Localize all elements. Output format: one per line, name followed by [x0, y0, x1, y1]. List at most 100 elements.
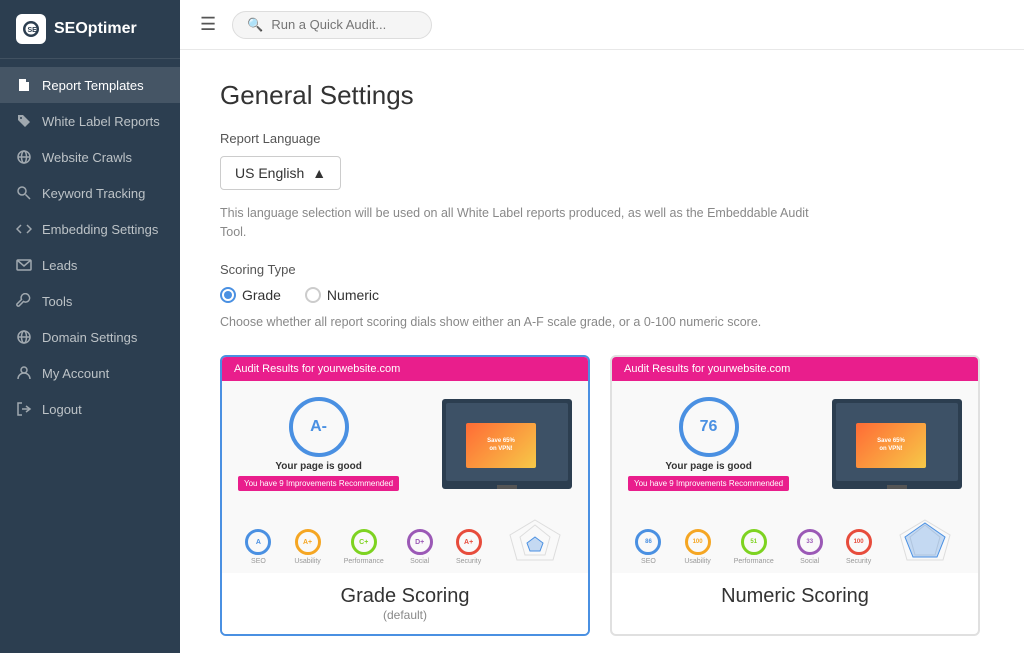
grade-sub-scores: A SEO A+ Usability C+ Performance D+ Soc…: [222, 507, 588, 573]
sidebar-label-domain-settings: Domain Settings: [42, 330, 137, 345]
numeric-preview-card[interactable]: Audit Results for yourwebsite.com 76 You…: [610, 355, 980, 636]
sidebar-item-report-templates[interactable]: Report Templates: [0, 67, 180, 103]
sidebar-item-domain-settings[interactable]: Domain Settings: [0, 319, 180, 355]
numeric-card-body: 76 Your page is good You have 9 Improvem…: [612, 381, 978, 507]
sidebar-item-tools[interactable]: Tools: [0, 283, 180, 319]
language-dropdown[interactable]: US English ▲: [220, 156, 341, 190]
numeric-performance-circle: 51: [741, 529, 767, 555]
grade-social-label: Social: [410, 558, 429, 565]
grade-usability-circle: A+: [295, 529, 321, 555]
preview-row: Audit Results for yourwebsite.com A- You…: [220, 355, 984, 636]
sidebar-label-keyword-tracking: Keyword Tracking: [42, 186, 145, 201]
numeric-big-circle: 76: [679, 397, 739, 457]
svg-text:SE: SE: [28, 27, 38, 34]
grade-radio-label: Grade: [242, 287, 281, 303]
grade-card-body: A- Your page is good You have 9 Improvem…: [222, 381, 588, 507]
grade-performance-score: C+ Performance: [344, 529, 384, 565]
sidebar-item-website-crawls[interactable]: Website Crawls: [0, 139, 180, 175]
grade-radio-option[interactable]: Grade: [220, 287, 281, 303]
sidebar-label-white-label: White Label Reports: [42, 114, 160, 129]
grade-seo-label: SEO: [251, 558, 266, 565]
sidebar-label-my-account: My Account: [42, 366, 109, 381]
grade-caption-sub: (default): [234, 608, 576, 622]
numeric-security-label: Security: [846, 558, 871, 565]
numeric-mock-stand: [887, 485, 907, 489]
numeric-radar-chart: [895, 515, 955, 565]
numeric-caption-title: Numeric Scoring: [624, 585, 966, 608]
grade-score-section: A- Your page is good You have 9 Improvem…: [238, 397, 399, 491]
wrench-icon: [16, 293, 32, 309]
numeric-social-score: 33 Social: [797, 529, 823, 565]
grade-security-circle: A+: [456, 529, 482, 555]
tag-icon: [16, 113, 32, 129]
chevron-up-icon: ▲: [312, 165, 326, 181]
grade-mock-stand: [497, 485, 517, 489]
grade-usability-label: Usability: [294, 558, 320, 565]
numeric-mock-ad: Save 65%on VPN!: [856, 423, 926, 468]
search-input[interactable]: [271, 17, 411, 32]
sidebar-nav: Report Templates White Label Reports Web…: [0, 59, 180, 653]
search-bar[interactable]: 🔍: [232, 11, 432, 39]
numeric-card-header: Audit Results for yourwebsite.com: [612, 357, 978, 381]
grade-seo-score: A SEO: [245, 529, 271, 565]
numeric-performance-label: Performance: [734, 558, 774, 565]
sidebar-item-leads[interactable]: Leads: [0, 247, 180, 283]
numeric-seo-label: SEO: [641, 558, 656, 565]
logo-text: SEOptimer: [54, 20, 137, 38]
user-icon: [16, 365, 32, 381]
scoring-radio-group: Grade Numeric: [220, 287, 984, 303]
numeric-usability-circle: 100: [685, 529, 711, 555]
grade-card-caption: Grade Scoring (default): [222, 573, 588, 634]
page-title: General Settings: [220, 80, 984, 111]
numeric-mock-screen: Save 65%on VPN!: [832, 399, 962, 489]
numeric-seo-circle: 86: [635, 529, 661, 555]
numeric-mock-screen-inner: Save 65%on VPN!: [836, 403, 958, 481]
search-kw-icon: [16, 185, 32, 201]
numeric-performance-score: 51 Performance: [734, 529, 774, 565]
grade-radio-circle: [220, 287, 236, 303]
sidebar-label-embedding: Embedding Settings: [42, 222, 158, 237]
numeric-usability-score: 100 Usability: [684, 529, 710, 565]
logout-icon: [16, 401, 32, 417]
numeric-card-caption: Numeric Scoring: [612, 573, 978, 620]
file-icon: [16, 77, 32, 93]
grade-card-header: Audit Results for yourwebsite.com: [222, 357, 588, 381]
sidebar-item-my-account[interactable]: My Account: [0, 355, 180, 391]
grade-performance-label: Performance: [344, 558, 384, 565]
search-icon: 🔍: [247, 17, 263, 33]
numeric-radio-option[interactable]: Numeric: [305, 287, 379, 303]
language-value: US English: [235, 165, 304, 181]
grade-radar-chart: [505, 515, 565, 565]
grade-security-score: A+ Security: [456, 529, 482, 565]
grade-social-circle: D+: [407, 529, 433, 555]
sidebar-item-embedding[interactable]: Embedding Settings: [0, 211, 180, 247]
grade-improvement-badge: You have 9 Improvements Recommended: [238, 476, 399, 491]
numeric-seo-score: 86 SEO: [635, 529, 661, 565]
logo-icon: SE: [16, 14, 46, 44]
numeric-security-score: 100 Security: [846, 529, 872, 565]
grade-big-circle: A-: [289, 397, 349, 457]
sidebar-label-tools: Tools: [42, 294, 72, 309]
scoring-type-label: Scoring Type: [220, 262, 984, 277]
numeric-usability-label: Usability: [684, 558, 710, 565]
grade-preview-card[interactable]: Audit Results for yourwebsite.com A- You…: [220, 355, 590, 636]
numeric-page-text: Your page is good: [665, 461, 751, 472]
hamburger-button[interactable]: ☰: [200, 14, 216, 35]
code-icon: [16, 221, 32, 237]
grade-page-text: Your page is good: [275, 461, 361, 472]
sidebar-label-logout: Logout: [42, 402, 82, 417]
grade-performance-circle: C+: [351, 529, 377, 555]
sidebar-item-white-label[interactable]: White Label Reports: [0, 103, 180, 139]
sidebar-item-keyword-tracking[interactable]: Keyword Tracking: [0, 175, 180, 211]
sidebar: SE SEOptimer Report Templates White Labe…: [0, 0, 180, 653]
mail-icon: [16, 257, 32, 273]
grade-mock-ad: Save 65%on VPN!: [466, 423, 536, 468]
report-language-label: Report Language: [220, 131, 984, 146]
grade-seo-circle: A: [245, 529, 271, 555]
numeric-radio-circle: [305, 287, 321, 303]
numeric-sub-scores: 86 SEO 100 Usability 51 Performance 33 S…: [612, 507, 978, 573]
sidebar-item-logout[interactable]: Logout: [0, 391, 180, 427]
scoring-help-text: Choose whether all report scoring dials …: [220, 313, 820, 332]
globe-icon: [16, 149, 32, 165]
language-help-text: This language selection will be used on …: [220, 204, 820, 242]
